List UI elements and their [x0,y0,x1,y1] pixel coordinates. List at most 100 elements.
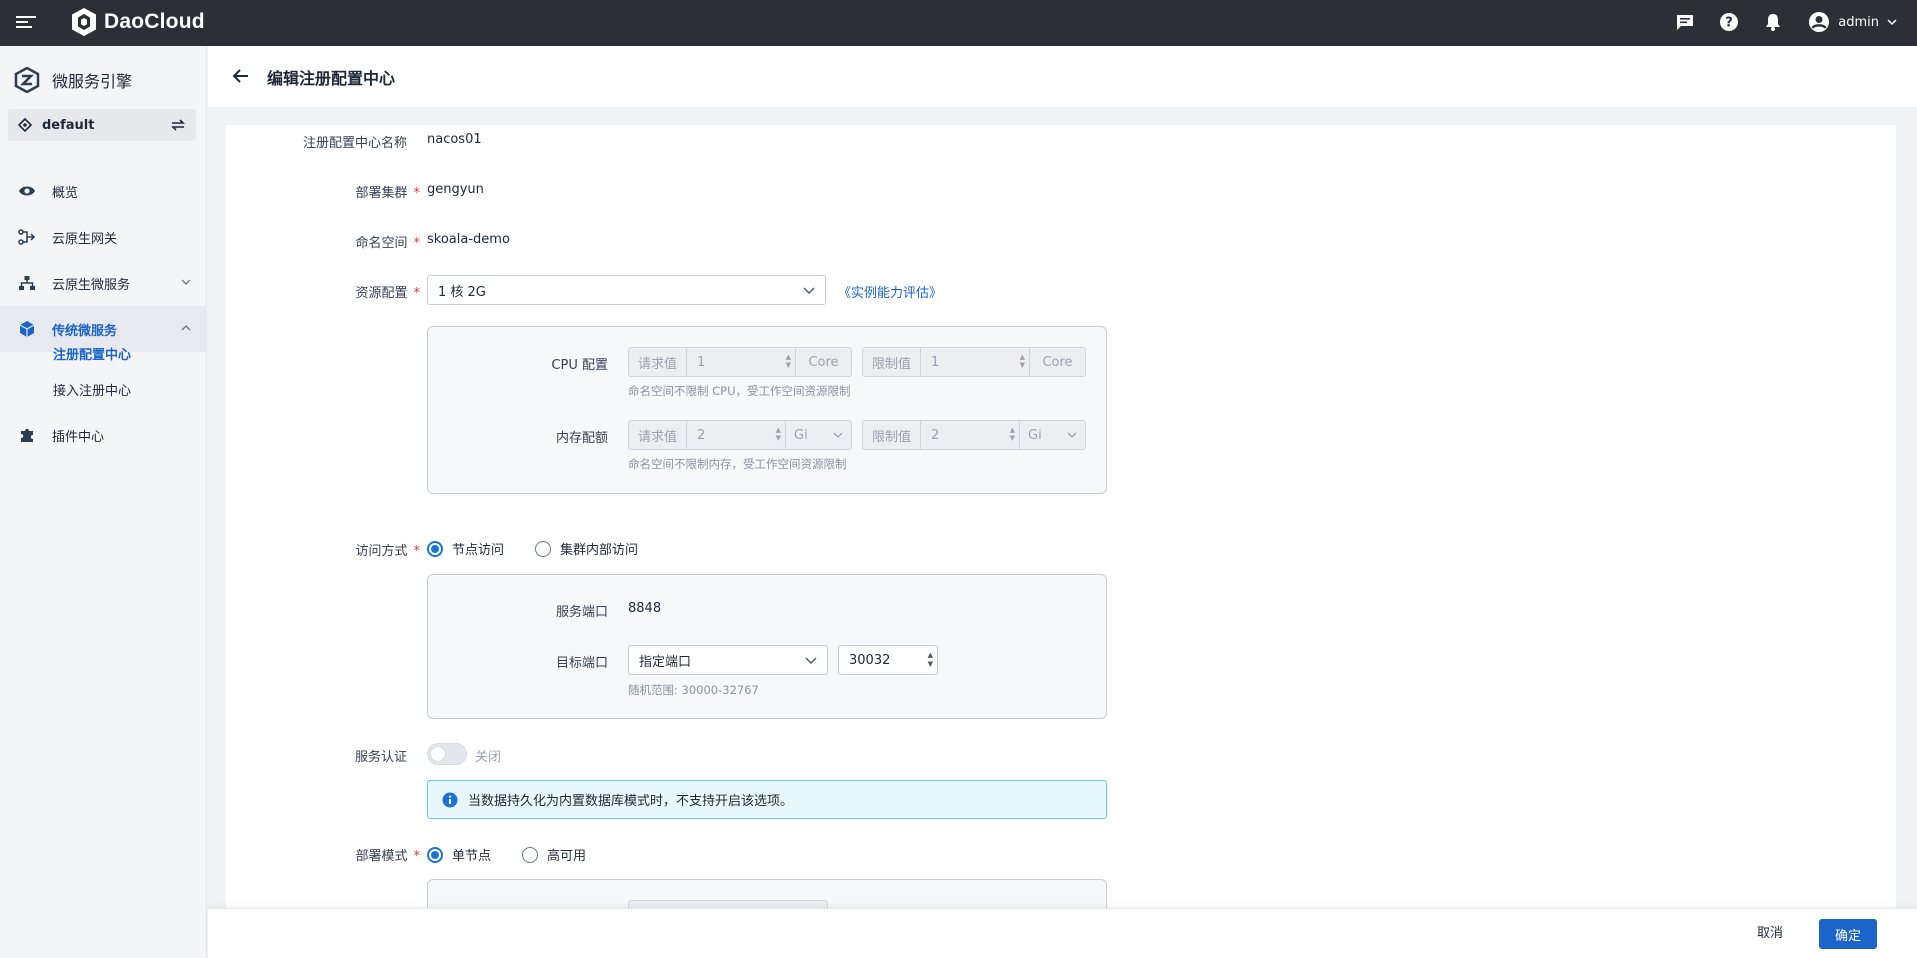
sidebar-item-plugin-center[interactable]: 插件中心 [0,412,207,458]
chevron-down-icon [803,287,815,294]
memory-request-value: 2 [697,427,706,443]
menu-icon[interactable] [16,13,36,33]
namespace-label: 命名空间 * [355,236,420,251]
memory-limit-prefix: 限制值 [863,421,921,449]
access-radio-cluster[interactable]: 集群内部访问 [535,539,638,558]
message-icon[interactable] [1672,9,1698,35]
deploy-option1-label: 单节点 [452,849,492,864]
sidebar-item-gateway[interactable]: 云原生网关 [0,214,207,260]
sidebar-item-label: 传统微服务 [52,323,118,339]
cpu-hint: 命名空间不限制 CPU，受工作空间资源限制 [628,384,851,398]
chevron-down-icon [181,279,191,285]
cancel-button[interactable]: 取消 [1757,922,1783,941]
stepper-icon: ▲ ▼ [785,353,791,369]
cube-icon [19,321,35,337]
help-icon[interactable]: ? [1716,9,1742,35]
brand[interactable]: DaoCloud [70,7,205,37]
avatar-icon [1809,12,1830,32]
stepper-icon: ▲ ▼ [1019,353,1025,369]
deploy-radio-single[interactable]: 单节点 [427,845,491,864]
chevron-down-icon [1067,432,1077,438]
target-port-mode: 指定端口 [639,654,692,670]
stepper-icon: ▲ ▼ [1009,426,1015,442]
memory-hint: 命名空间不限制内存，受工作空间资源限制 [628,457,847,471]
sidebar-item-label: 云原生网关 [52,231,118,247]
sidebar-item-label: 插件中心 [52,429,105,445]
auth-toggle[interactable] [427,743,467,765]
user-menu[interactable]: admin [1808,11,1897,33]
auth-label: 服务认证 [354,750,407,765]
chevron-down-icon [805,657,817,664]
sidebar: 微服务引擎 default 概览 云原生网关 云原生微服务 传统微服务 注册配置… [0,46,207,958]
deploy-option2-label: 高可用 [547,849,587,864]
cluster-value: gengyun [427,182,484,197]
info-icon [442,792,458,807]
microservice-engine-icon [14,67,40,93]
user-name: admin [1838,14,1879,30]
memory-request-unit-select: Gi [785,421,851,449]
namespace-name: default [42,117,95,133]
access-radio-node[interactable]: 节点访问 [427,539,504,558]
top-bar: DaoCloud ? admin [0,0,1917,46]
sidebar-subitem-access-registry[interactable]: 接入注册中心 [53,380,131,399]
service-port-value: 8848 [628,601,662,616]
deploy-radio-ha[interactable]: 高可用 [522,845,586,864]
daocloud-logo-icon [72,8,96,36]
puzzle-icon [21,428,33,442]
target-port-input[interactable]: 30032 ▲ ▼ [838,645,938,675]
cpu-limit-value: 1 [931,354,940,370]
eye-icon [19,186,35,196]
access-option1-label: 节点访问 [452,543,505,558]
memory-request-prefix: 请求值 [629,421,687,449]
sidebar-item-label: 云原生微服务 [52,277,131,293]
hierarchy-icon [19,276,35,290]
chevron-up-icon [181,325,191,331]
stepper-icon: ▲ ▼ [775,426,781,442]
memory-limit-value: 2 [931,427,940,443]
memory-limit-unit: Gi [1028,427,1042,443]
switch-icon[interactable] [170,118,186,132]
page-header: 编辑注册配置中心 [208,46,1917,107]
radio-unchecked-icon [535,540,551,557]
name-value: nacos01 [427,132,482,147]
resource-label: 资源配置 * [355,286,420,301]
service-port-label: 服务端口 [555,605,608,620]
memory-limit-unit-select: Gi [1019,421,1085,449]
cpu-request-unit: Core [795,348,851,376]
sidebar-item-cloud-microservice[interactable]: 云原生微服务 [0,260,207,306]
back-arrow-icon[interactable] [232,68,250,84]
memory-request-unit: Gi [794,427,808,443]
info-alert: 当数据持久化为内置数据库模式时，不支持开启该选项。 [427,780,1107,819]
stepper-icon[interactable]: ▲ ▼ [928,651,933,669]
deploy-label: 部署模式 * [355,849,420,864]
cpu-request-value: 1 [697,354,706,370]
resource-select[interactable]: 1 核 2G [427,275,826,305]
resource-select-value: 1 核 2G [438,284,486,300]
cpu-request-input: 请求值 1 ▲ ▼ Core [628,347,852,377]
cpu-label: CPU 配置 [551,358,608,373]
sidebar-item-overview[interactable]: 概览 [0,168,207,214]
page-title: 编辑注册配置中心 [267,69,396,88]
target-port-mode-select[interactable]: 指定端口 [628,645,828,675]
brand-name: DaoCloud [104,10,205,33]
namespace-icon [18,118,32,132]
access-label: 访问方式 * [355,544,420,559]
access-option2-label: 集群内部访问 [560,543,639,558]
top-icons: ? admin [1672,9,1897,35]
bell-icon[interactable] [1760,9,1786,35]
confirm-button[interactable]: 确定 [1819,919,1877,949]
auth-state: 关闭 [475,750,502,765]
memory-request-input: 请求值 2 ▲ ▼ Gi [628,420,852,450]
capacity-assessment-link[interactable]: 《实例能力评估》 [838,282,942,301]
radio-checked-icon [427,540,443,557]
namespace-switcher[interactable]: default [8,109,196,141]
chevron-down-icon [833,432,843,438]
cpu-limit-input: 限制值 1 ▲ ▼ Core [862,347,1086,377]
sidebar-item-label: 概览 [52,185,79,201]
namespace-value: skoala-demo [427,232,510,247]
svg-text:?: ? [1725,16,1733,31]
sidebar-subitem-registry[interactable]: 注册配置中心 [53,344,131,363]
footer-bar: 取消 确定 [208,908,1917,958]
gateway-icon [18,229,36,245]
cpu-limit-prefix: 限制值 [863,348,921,376]
